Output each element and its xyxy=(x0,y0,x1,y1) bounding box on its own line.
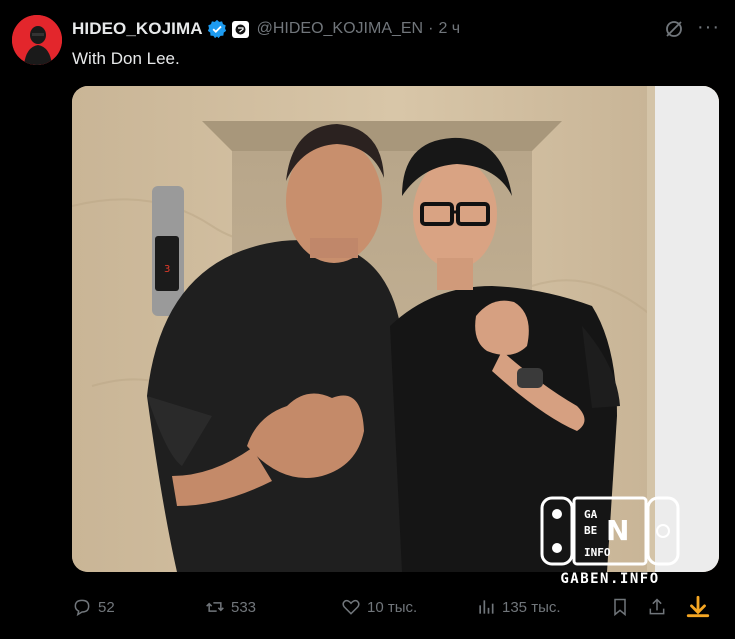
bookmark-icon xyxy=(614,598,626,617)
watermark-site: GABEN.INFO xyxy=(560,571,660,587)
download-icon xyxy=(686,595,710,618)
tweet-header: HIDEO_KOJIMA @HIDEO_KOJIMA_EN · 2 ч xyxy=(72,17,735,41)
avatar-image xyxy=(12,15,62,65)
views-chart-icon xyxy=(479,600,494,614)
repost-icon xyxy=(206,602,224,612)
share-icon xyxy=(649,598,665,615)
reply-icon xyxy=(74,599,90,617)
views-count: 135 тыс. xyxy=(502,598,561,616)
verified-badge-icon[interactable] xyxy=(207,19,227,39)
heart-icon xyxy=(342,599,360,615)
more-options-icon[interactable]: ··· xyxy=(697,17,720,37)
share-button[interactable] xyxy=(647,594,673,620)
logo-letters-info: INFO xyxy=(584,546,611,559)
affiliate-badge-icon[interactable] xyxy=(231,20,249,38)
reply-count: 52 xyxy=(98,598,115,616)
elevator-floor-number: 3 xyxy=(164,264,170,275)
bookmark-button[interactable] xyxy=(610,594,636,620)
like-count: 10 тыс. xyxy=(367,598,418,616)
tweet-text: With Don Lee. xyxy=(72,49,180,68)
logo-letter-n: N xyxy=(606,514,629,547)
author-name[interactable]: HIDEO_KOJIMA xyxy=(72,19,203,39)
repost-button[interactable]: 533 xyxy=(205,594,256,620)
logo-letters-ga: GA xyxy=(584,508,598,521)
views-button[interactable]: 135 тыс. xyxy=(476,594,561,620)
logo-letters-be: BE xyxy=(584,524,597,537)
grok-icon[interactable] xyxy=(664,19,684,39)
author-handle[interactable]: @HIDEO_KOJIMA_EN xyxy=(257,20,424,38)
download-button[interactable] xyxy=(685,594,717,620)
tweet-actions: 52 533 10 тыс. 135 тыс. xyxy=(72,594,721,620)
separator-dot: · xyxy=(428,20,434,37)
tweet-timestamp[interactable]: 2 ч xyxy=(438,20,460,38)
like-button[interactable]: 10 тыс. xyxy=(341,594,417,620)
reply-button[interactable]: 52 xyxy=(72,594,115,620)
author-avatar[interactable] xyxy=(12,15,62,65)
repost-count: 533 xyxy=(231,598,257,616)
